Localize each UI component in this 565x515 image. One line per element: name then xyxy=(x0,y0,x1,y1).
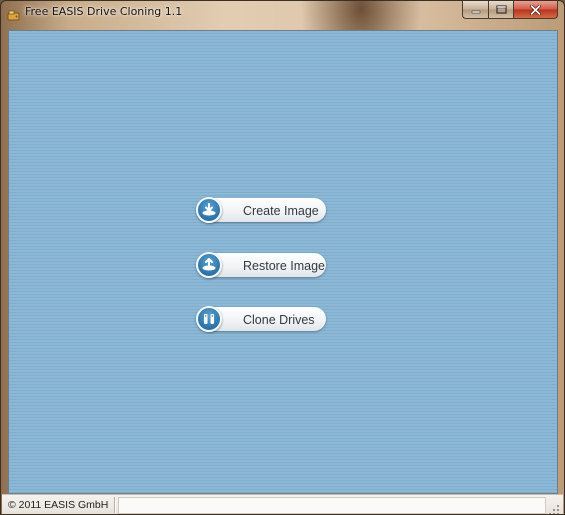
main-panel: Create Image Restore Image Clone Drives xyxy=(8,30,558,494)
copyright-text: © 2011 EASIS GmbH xyxy=(8,499,109,511)
drive-clone-app-icon[interactable] xyxy=(7,6,20,21)
caption-buttons xyxy=(462,1,558,19)
window-title: Free EASIS Drive Cloning 1.1 xyxy=(25,5,183,18)
maximize-icon xyxy=(495,5,507,14)
close-button[interactable] xyxy=(514,1,558,19)
create-image-icon[interactable] xyxy=(196,197,222,223)
status-bar: © 2011 EASIS GmbH xyxy=(2,494,563,514)
status-divider xyxy=(114,497,115,513)
create-image-button[interactable]: Create Image xyxy=(196,197,328,225)
minimize-button[interactable] xyxy=(462,1,488,19)
app-window: Free EASIS Drive Cloning 1.1 Create Imag… xyxy=(0,0,565,515)
clone-drives-button-body[interactable]: Clone Drives xyxy=(208,307,326,331)
restore-image-button-body[interactable]: Restore Image xyxy=(208,253,326,277)
create-image-button-body[interactable]: Create Image xyxy=(208,198,326,222)
resize-grip-icon[interactable] xyxy=(548,501,560,514)
restore-image-label: Restore Image xyxy=(243,259,325,273)
close-icon xyxy=(530,4,541,15)
title-bar[interactable]: Free EASIS Drive Cloning 1.1 xyxy=(1,1,564,23)
create-image-label: Create Image xyxy=(243,204,319,218)
minimize-icon xyxy=(471,10,480,13)
clone-drives-label: Clone Drives xyxy=(243,313,315,327)
restore-image-button[interactable]: Restore Image xyxy=(196,252,328,280)
clone-drives-icon[interactable] xyxy=(196,306,222,332)
maximize-button[interactable] xyxy=(488,1,514,19)
clone-drives-button[interactable]: Clone Drives xyxy=(196,306,328,334)
restore-image-icon[interactable] xyxy=(196,252,222,278)
status-panel xyxy=(118,497,546,514)
